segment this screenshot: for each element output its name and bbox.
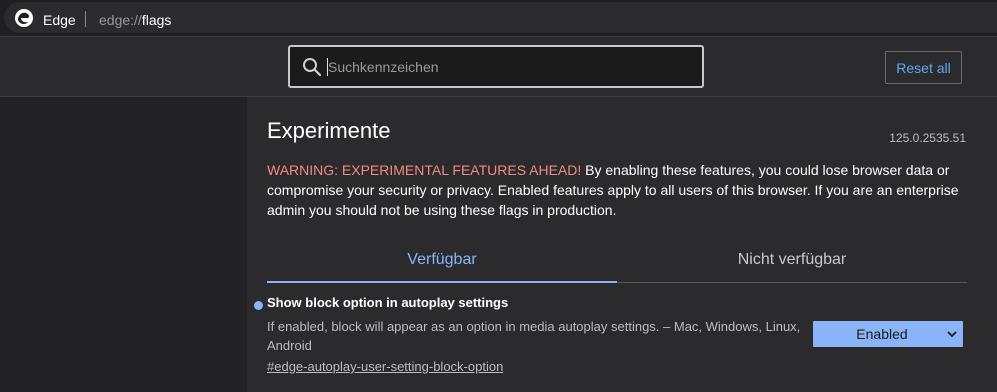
url-host: flags [141,12,172,28]
flags-header: Reset all [0,36,997,97]
flag-description: If enabled, block will appear as an opti… [267,319,801,353]
flag-title: Show block option in autoplay settings [267,295,509,310]
tab-bar: Verfügbar Nicht verfügbar [267,241,967,283]
warning-message: WARNING: EXPERIMENTAL FEATURES AHEAD! By… [267,160,967,220]
search-input[interactable] [328,56,688,78]
tab-available[interactable]: Verfügbar [267,241,617,283]
main-content: Experimente 125.0.2535.51 WARNING: EXPER… [247,97,997,392]
reset-all-button[interactable]: Reset all [885,51,962,84]
search-icon [303,58,322,77]
search-box[interactable] [288,45,704,88]
chevron-down-icon [947,331,957,338]
address-separator [85,11,86,27]
flag-state-select[interactable]: Enabled [813,321,963,347]
address-pill[interactable]: Edge edge://flags [4,2,997,33]
version-label: 125.0.2535.51 [889,131,966,145]
page-title: Experimente [267,118,391,143]
browser-brand: Edge [43,12,76,28]
edge-logo-icon [15,9,33,27]
modified-indicator-dot [254,301,263,310]
url-scheme: edge:// [99,12,142,28]
flag-state-value: Enabled [856,326,908,342]
flag-permalink[interactable]: #edge-autoplay-user-setting-block-option [267,359,503,374]
address-bar: Edge edge://flags [0,0,997,36]
tab-unavailable[interactable]: Nicht verfügbar [617,241,967,283]
warning-highlight: WARNING: EXPERIMENTAL FEATURES AHEAD! [267,162,582,178]
left-gutter [0,97,247,392]
url-text[interactable]: edge://flags [99,12,171,28]
